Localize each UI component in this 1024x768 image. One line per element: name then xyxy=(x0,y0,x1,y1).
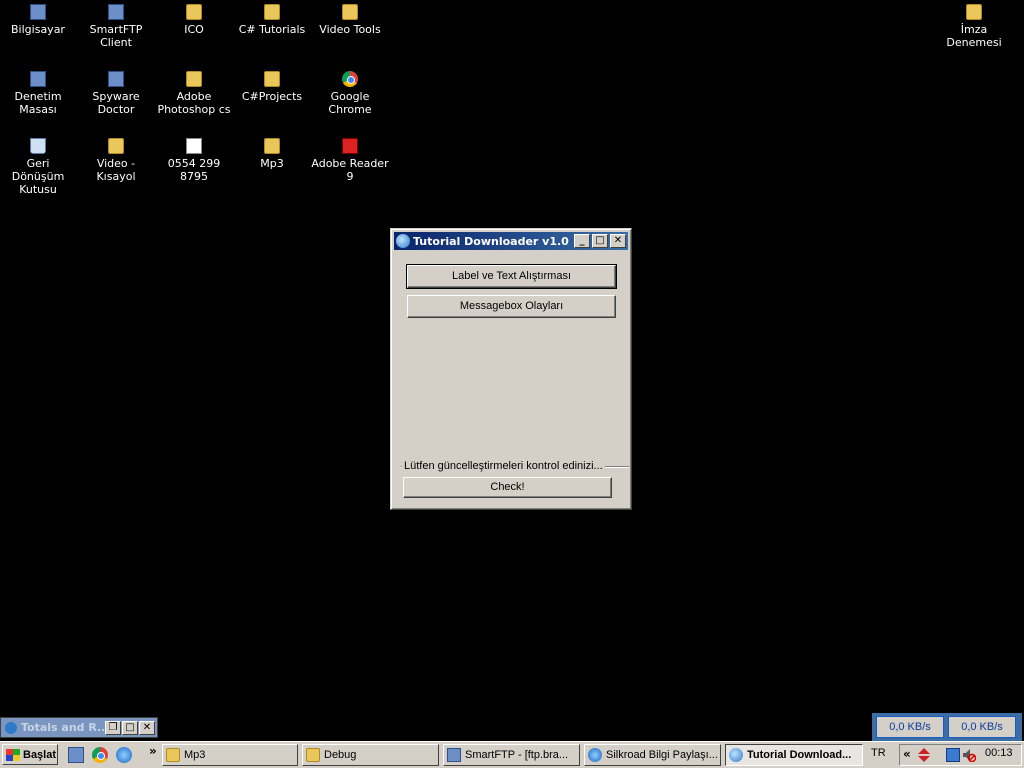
desktop-icon-label: Denetim Masası xyxy=(14,90,62,116)
desktop-icon-label: Bilgisayar xyxy=(11,23,65,36)
network-connection-icon[interactable] xyxy=(946,748,960,762)
maximize-button[interactable]: □ xyxy=(122,720,138,735)
desktop-icon-adobe-reader[interactable]: Adobe Reader 9 xyxy=(311,136,389,183)
desktop-icon-label: C#Projects xyxy=(241,90,303,103)
show-desktop-icon[interactable] xyxy=(68,747,84,763)
app-icon xyxy=(396,234,410,248)
task-mp3[interactable]: Mp3 xyxy=(162,744,298,766)
desktop-icon-phone-text[interactable]: 0554 299 8795 xyxy=(155,136,233,183)
windows-logo-icon xyxy=(6,748,20,761)
desktop-icon-smartftp[interactable]: SmartFTP Client xyxy=(77,2,155,49)
desktop-icon-label: Google Chrome xyxy=(328,90,372,116)
chrome-icon xyxy=(342,71,358,87)
recycle-bin-icon xyxy=(30,138,46,154)
network-activity-icon[interactable] xyxy=(918,748,930,762)
totals-mini-window[interactable]: Totals and R... ❐ □ ✕ xyxy=(0,717,158,738)
tray-chevron[interactable]: « xyxy=(903,747,911,761)
desktop-icon-label: Video Tools xyxy=(319,23,381,36)
label-text-exercise-button[interactable]: Label ve Text Alıştırması xyxy=(406,264,617,289)
desktop-icon-ico[interactable]: ICO xyxy=(155,2,233,36)
ie-quicklaunch-icon[interactable] xyxy=(116,747,132,763)
desktop-icon-label: Geri Dönüşüm Kutusu xyxy=(11,157,65,196)
mini-window-title: Totals and R... xyxy=(21,721,104,734)
desktop-icon-label: İmza Denemesi xyxy=(946,23,1002,49)
desktop-icon-label: Mp3 xyxy=(260,157,284,170)
desktop-icon-bilgisayar[interactable]: Bilgisayar xyxy=(0,2,77,36)
tutorial-downloader-window: Tutorial Downloader v1.0 _ □ ✕ Label ve … xyxy=(390,228,632,510)
close-button[interactable]: ✕ xyxy=(610,234,626,248)
task-silkroad[interactable]: Silkroad Bilgi Paylaşı... xyxy=(584,744,721,766)
adobe-reader-icon xyxy=(342,138,358,154)
task-label: Silkroad Bilgi Paylaşı... xyxy=(606,749,718,761)
folder-icon xyxy=(306,748,320,762)
smartftp-icon xyxy=(447,748,461,762)
quicklaunch-chevron[interactable]: » xyxy=(149,744,157,758)
shortcut-icon xyxy=(108,138,124,154)
task-smartftp[interactable]: SmartFTP - [ftp.bra... xyxy=(443,744,580,766)
desktop-icon-video-tools[interactable]: Video Tools xyxy=(311,2,389,36)
check-button[interactable]: Check! xyxy=(403,477,612,498)
desktop-icon-csharp-projects[interactable]: C#Projects xyxy=(233,69,311,103)
upload-speed: 0,0 KB/s xyxy=(948,716,1016,738)
maximize-button[interactable]: □ xyxy=(592,234,608,248)
control-panel-icon xyxy=(30,71,46,87)
window-titlebar[interactable]: Tutorial Downloader v1.0 _ □ ✕ xyxy=(394,232,628,250)
task-label: Tutorial Download... xyxy=(747,749,852,761)
chrome-quicklaunch-icon[interactable] xyxy=(92,747,108,763)
desktop-icon-spyware-doctor[interactable]: Spyware Doctor xyxy=(77,69,155,116)
desktop-icon-adobe-photoshop[interactable]: Adobe Photoshop cs xyxy=(155,69,233,116)
start-label: Başlat xyxy=(23,748,57,761)
spyware-doctor-icon xyxy=(108,71,124,87)
task-tutorial-downloader[interactable]: Tutorial Download... xyxy=(725,744,863,766)
desktop-icon-denetim-masasi[interactable]: Denetim Masası xyxy=(0,69,77,116)
folder-icon xyxy=(966,4,982,20)
app-icon xyxy=(729,748,743,762)
folder-icon xyxy=(264,71,280,87)
task-label: Mp3 xyxy=(184,749,206,761)
computer-icon xyxy=(30,4,46,20)
folder-icon xyxy=(186,4,202,20)
task-label: SmartFTP - [ftp.bra... xyxy=(465,749,569,761)
ie-icon xyxy=(588,748,602,762)
smartftp-icon xyxy=(108,4,124,20)
desktop-icon-google-chrome[interactable]: Google Chrome xyxy=(311,69,389,116)
desktop-icon-csharp-tutorials[interactable]: C# Tutorials xyxy=(233,2,311,36)
minimize-button[interactable]: _ xyxy=(574,234,590,248)
messagebox-events-button[interactable]: Messagebox Olayları xyxy=(407,295,616,318)
folder-icon xyxy=(264,4,280,20)
folder-icon xyxy=(186,71,202,87)
desktop-icon-video-kisayol[interactable]: Video - Kısayol xyxy=(77,136,155,183)
download-speed: 0,0 KB/s xyxy=(876,716,944,738)
desktop-icon-label: C# Tutorials xyxy=(238,23,306,36)
folder-icon xyxy=(264,138,280,154)
desktop-icon-label: Spyware Doctor xyxy=(92,90,140,116)
clock[interactable]: 00:13 xyxy=(985,747,1013,759)
close-button[interactable]: ✕ xyxy=(139,720,155,735)
volume-muted-icon[interactable] xyxy=(962,748,977,763)
update-group-label: Lütfen güncelleştirmeleri kontrol ediniz… xyxy=(402,460,605,472)
restore-button[interactable]: ❐ xyxy=(105,720,121,735)
desktop-icon-label: Adobe Photoshop cs xyxy=(157,90,231,116)
folder-icon xyxy=(166,748,180,762)
desktop-icon-label: ICO xyxy=(184,23,204,36)
desktop-icon-recycle-bin[interactable]: Geri Dönüşüm Kutusu xyxy=(0,136,77,196)
desktop-icon-label: SmartFTP Client xyxy=(89,23,143,49)
desktop-icon-label: Video - Kısayol xyxy=(96,157,136,183)
desktop-icon-mp3[interactable]: Mp3 xyxy=(233,136,311,170)
desktop-icon-imza-denemesi[interactable]: İmza Denemesi xyxy=(935,2,1013,49)
desktop-icon-label: Adobe Reader 9 xyxy=(311,157,389,183)
app-icon xyxy=(5,721,17,734)
start-button[interactable]: Başlat xyxy=(2,744,58,765)
text-document-icon xyxy=(186,138,202,154)
desktop-icon-label: 0554 299 8795 xyxy=(167,157,221,183)
window-title: Tutorial Downloader v1.0 xyxy=(413,234,569,248)
task-label: Debug xyxy=(324,749,357,761)
folder-icon xyxy=(342,4,358,20)
language-indicator[interactable]: TR xyxy=(871,747,886,759)
task-debug[interactable]: Debug xyxy=(302,744,439,766)
